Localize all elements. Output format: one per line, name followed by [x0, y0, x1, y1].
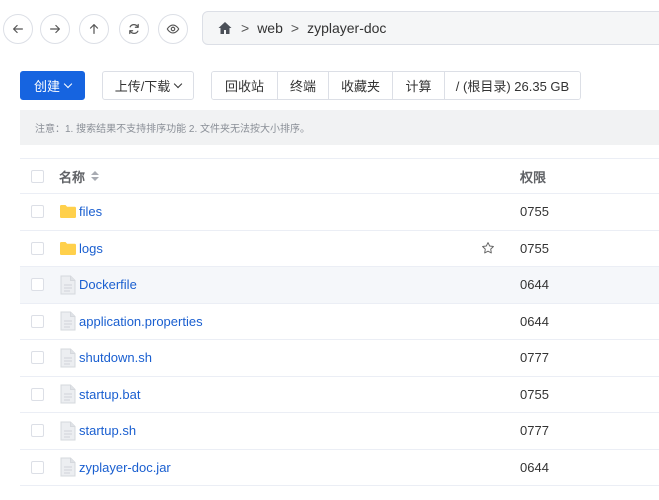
arrow-right-icon — [50, 24, 60, 34]
favorites-button[interactable]: 收藏夹 — [329, 72, 393, 99]
row-checkbox[interactable] — [31, 351, 44, 365]
permission-cell: 0777 — [520, 350, 549, 366]
breadcrumb-separator: > — [241, 20, 250, 36]
arrow-up-icon — [89, 24, 99, 34]
file-icon — [60, 275, 76, 295]
file-icon — [59, 384, 77, 404]
transfer-button-label: 上传/下载 — [114, 79, 171, 94]
forward-button[interactable] — [40, 14, 70, 44]
breadcrumb-item-web[interactable]: web — [257, 20, 283, 36]
star-icon[interactable] — [481, 241, 495, 255]
recycle-bin-button[interactable]: 回收站 — [212, 72, 278, 99]
terminal-button[interactable]: 终端 — [278, 72, 329, 99]
file-name-link[interactable]: logs — [79, 241, 103, 256]
folder-icon — [60, 205, 76, 219]
transfer-button[interactable]: 上传/下载 — [102, 71, 194, 100]
file-icon — [59, 275, 77, 295]
file-name-link[interactable]: startup.bat — [79, 387, 140, 402]
file-name-link[interactable]: shutdown.sh — [79, 350, 152, 365]
table-row[interactable]: Dockerfile 0644 — [20, 267, 659, 304]
file-icon — [60, 311, 76, 331]
file-name-link[interactable]: files — [79, 204, 102, 219]
favorites-label: 收藏夹 — [340, 79, 380, 94]
file-icon — [60, 421, 76, 441]
file-icon — [59, 421, 77, 441]
sort-icon[interactable] — [91, 171, 100, 181]
file-icon — [60, 384, 76, 404]
breadcrumb[interactable]: > web > zyplayer-doc — [202, 11, 659, 45]
table-row[interactable]: startup.sh 0777 — [20, 413, 659, 450]
chevron-down-icon — [174, 79, 183, 88]
file-icon — [60, 457, 76, 477]
toolbar-button-group: 回收站 终端 收藏夹 计算 / (根目录) 26.35 GB — [211, 71, 581, 100]
create-button-label: 创建 — [33, 79, 60, 94]
folder-icon — [59, 238, 77, 258]
file-name-cell[interactable]: zyplayer-doc.jar — [59, 457, 171, 477]
file-icon — [60, 348, 76, 368]
file-name-link[interactable]: zyplayer-doc.jar — [79, 460, 171, 475]
folder-icon — [60, 241, 76, 255]
table-header: 名称 权限 — [20, 158, 659, 194]
file-name-cell[interactable]: startup.sh — [59, 421, 136, 441]
row-checkbox[interactable] — [31, 387, 44, 401]
permission-cell: 0644 — [520, 459, 549, 475]
notice-banner: 注意：1. 搜索结果不支持排序功能 2. 文件夹无法按大小排序。 — [20, 110, 659, 145]
row-checkbox[interactable] — [31, 314, 44, 328]
view-toggle-button[interactable] — [158, 14, 188, 44]
calculate-button[interactable]: 计算 — [393, 72, 445, 99]
table-row[interactable]: application.properties 0644 — [20, 304, 659, 340]
permission-cell: 0755 — [520, 240, 549, 256]
permission-cell: 0777 — [520, 423, 549, 439]
file-name-link[interactable]: startup.sh — [79, 423, 136, 438]
create-button[interactable]: 创建 — [20, 71, 85, 100]
file-name-link[interactable]: application.properties — [79, 314, 203, 329]
perm-column-header: 权限 — [520, 169, 547, 185]
permission-cell: 0755 — [520, 386, 549, 402]
name-column-header[interactable]: 名称 — [59, 167, 100, 186]
permission-cell: 0644 — [520, 277, 549, 293]
disk-info-button[interactable]: / (根目录) 26.35 GB — [445, 72, 580, 99]
name-header-label: 名称 — [59, 169, 86, 185]
eye-icon — [166, 24, 180, 34]
table-row[interactable]: shutdown.sh 0777 — [20, 340, 659, 377]
folder-icon — [59, 202, 77, 222]
select-all-checkbox[interactable] — [31, 169, 44, 183]
file-name-cell[interactable]: files — [59, 202, 102, 222]
row-checkbox[interactable] — [31, 460, 44, 474]
arrow-left-icon — [13, 24, 23, 34]
file-name-cell[interactable]: shutdown.sh — [59, 348, 152, 368]
row-checkbox[interactable] — [31, 241, 44, 255]
home-icon[interactable] — [217, 20, 233, 36]
breadcrumb-separator: > — [290, 20, 300, 36]
file-table: 名称 权限 files 0755 logs 0755 Dockerfile 0644 app… — [20, 158, 659, 486]
recycle-bin-label: 回收站 — [224, 79, 264, 94]
table-row[interactable]: files 0755 — [20, 194, 659, 231]
file-name-cell[interactable]: Dockerfile — [59, 275, 137, 295]
permission-cell: 0644 — [520, 313, 549, 329]
notice-text: 注意：1. 搜索结果不支持排序功能 2. 文件夹无法按大小排序。 — [35, 124, 311, 135]
row-checkbox[interactable] — [31, 424, 44, 438]
table-row[interactable]: startup.bat 0755 — [20, 377, 659, 413]
up-button[interactable] — [79, 14, 109, 44]
file-name-link[interactable]: Dockerfile — [79, 277, 137, 292]
file-icon — [59, 311, 77, 331]
table-row[interactable]: zyplayer-doc.jar 0644 — [20, 450, 659, 486]
back-button[interactable] — [3, 14, 33, 44]
permission-cell: 0755 — [520, 204, 549, 220]
file-name-cell[interactable]: logs — [59, 238, 103, 258]
row-checkbox[interactable] — [31, 205, 44, 219]
file-name-cell[interactable]: startup.bat — [59, 384, 140, 404]
terminal-label: 终端 — [289, 79, 316, 94]
table-row[interactable]: logs 0755 — [20, 231, 659, 267]
file-icon — [59, 457, 77, 477]
file-name-cell[interactable]: application.properties — [59, 311, 203, 331]
disk-info-label: / (根目录) 26.35 GB — [455, 79, 570, 94]
chevron-down-icon — [63, 79, 73, 88]
breadcrumb-item-current[interactable]: zyplayer-doc — [307, 20, 386, 36]
calculate-label: 计算 — [405, 79, 432, 94]
refresh-icon — [129, 23, 139, 35]
refresh-button[interactable] — [119, 14, 149, 44]
row-checkbox[interactable] — [31, 278, 44, 292]
file-icon — [59, 348, 77, 368]
